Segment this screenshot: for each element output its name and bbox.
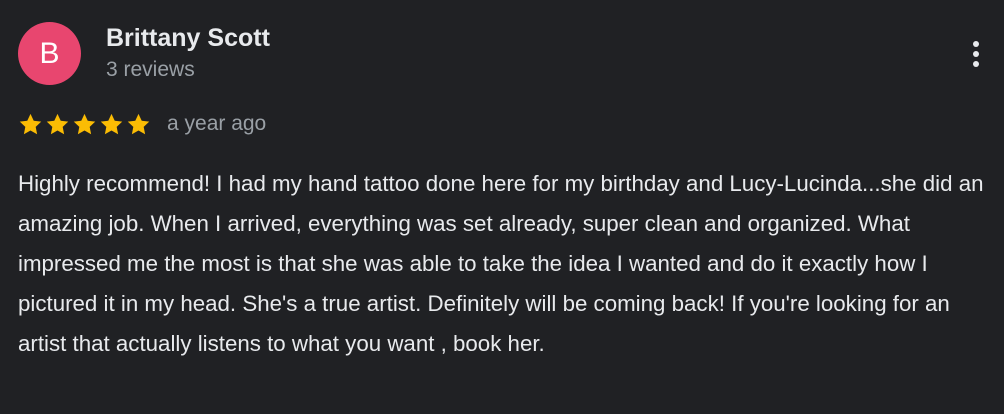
star-icon bbox=[100, 113, 123, 134]
avatar-letter: B bbox=[39, 36, 60, 70]
more-vert-icon bbox=[973, 41, 979, 47]
star-icon bbox=[73, 113, 96, 134]
review-date: a year ago bbox=[167, 112, 267, 135]
star-icon bbox=[46, 113, 69, 134]
star-icon bbox=[127, 113, 150, 134]
avatar[interactable]: B bbox=[18, 22, 81, 85]
review-card: B Brittany Scott 3 reviews a year ago Hi… bbox=[0, 0, 1004, 414]
author-name[interactable]: Brittany Scott bbox=[106, 23, 270, 53]
more-vert-icon-dot bbox=[973, 51, 979, 57]
star-icon bbox=[19, 113, 42, 134]
star-rating bbox=[18, 112, 151, 137]
rating-row: a year ago bbox=[18, 108, 266, 140]
more-vert-icon-dot bbox=[973, 61, 979, 67]
more-options-button[interactable] bbox=[961, 34, 991, 74]
review-text: Highly recommend! I had my hand tattoo d… bbox=[18, 171, 984, 356]
review-count[interactable]: 3 reviews bbox=[106, 57, 195, 83]
